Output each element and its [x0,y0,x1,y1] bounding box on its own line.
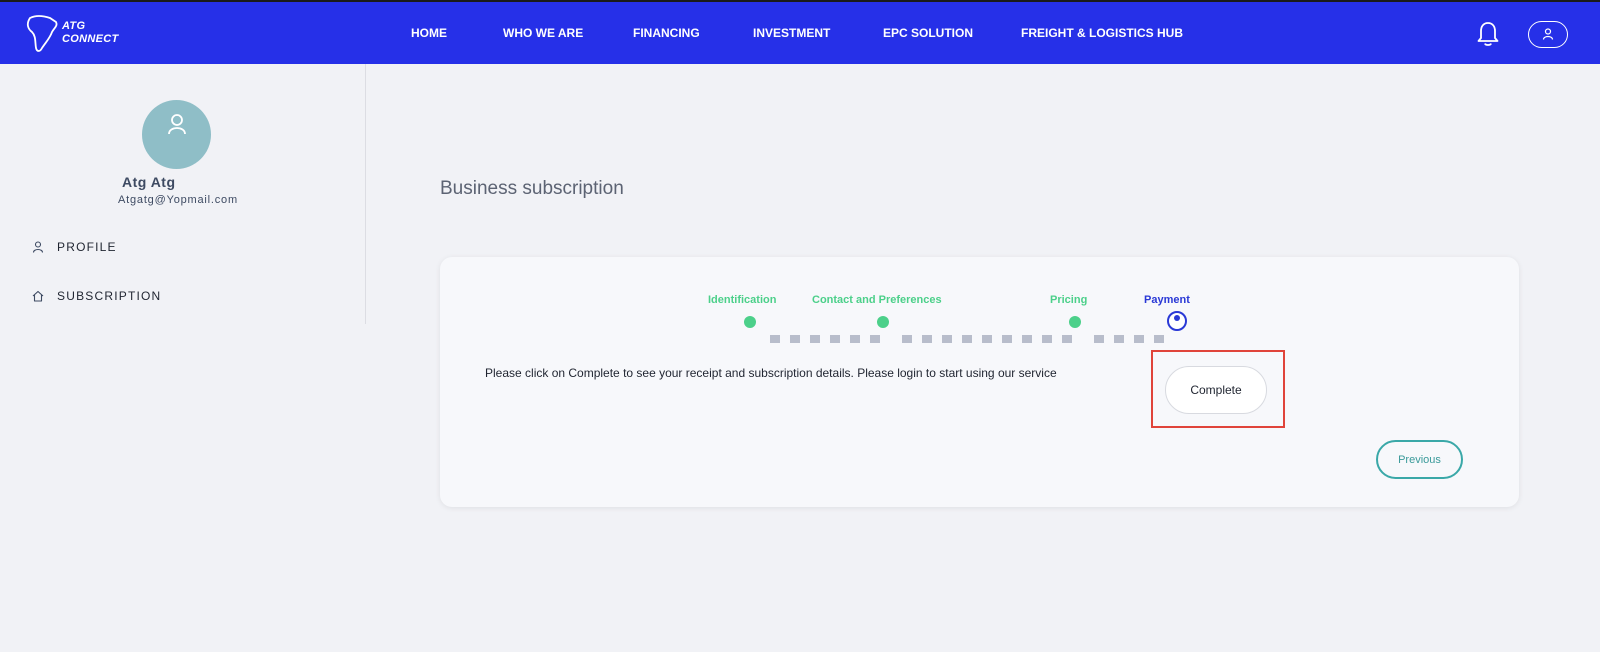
avatar [142,100,211,169]
step-pricing-dot [1069,316,1081,328]
bell-icon[interactable] [1476,20,1500,48]
completion-message: Please click on Complete to see your rec… [485,366,1057,380]
nav-financing[interactable]: FINANCING [633,26,700,40]
nav-investment[interactable]: INVESTMENT [753,26,830,40]
previous-button[interactable]: Previous [1376,440,1463,479]
page-title: Business subscription [440,178,624,199]
sidebar-item-label: SUBSCRIPTION [57,289,162,303]
subscription-card: Identification Contact and Preferences P… [440,257,1519,507]
user-name: Atg Atg [122,174,176,190]
logo-text: ATG CONNECT [62,20,119,46]
africa-map-icon [26,15,58,52]
nav-freight-logistics-hub[interactable]: FREIGHT & LOGISTICS HUB [1021,26,1183,40]
step-payment-label: Payment [1144,294,1190,306]
user-email: Atgatg@Yopmail.com [118,194,238,206]
nav-who-we-are[interactable]: WHO WE ARE [503,26,583,40]
step-pricing-label: Pricing [1050,294,1088,306]
step-contact-preferences-label: Contact and Preferences [812,294,942,306]
complete-button[interactable]: Complete [1165,366,1267,414]
step-identification-label: Identification [708,294,777,306]
logo-line-1: ATG [62,20,86,32]
step-identification-dot [744,316,756,328]
sidebar-item-label: PROFILE [57,240,117,254]
sidebar: Atg Atg Atgatg@Yopmail.com PROFILE SUBSC… [0,64,366,324]
user-menu-button[interactable] [1528,21,1568,48]
atg-connect-logo[interactable]: ATG CONNECT [24,14,134,54]
home-icon [32,290,44,302]
nav-home[interactable]: HOME [411,26,447,40]
user-icon [1542,28,1554,40]
user-icon [32,241,44,253]
logo-line-2: CONNECT [62,33,119,45]
step-payment-dot [1167,311,1187,331]
nav-epc-solution[interactable]: EPC SOLUTION [883,26,973,40]
complete-highlight-frame: Complete [1151,350,1285,428]
user-avatar-icon [168,114,186,135]
top-navbar: ATG CONNECT HOME WHO WE ARE FINANCING IN… [0,0,1600,64]
step-contact-preferences-dot [877,316,889,328]
